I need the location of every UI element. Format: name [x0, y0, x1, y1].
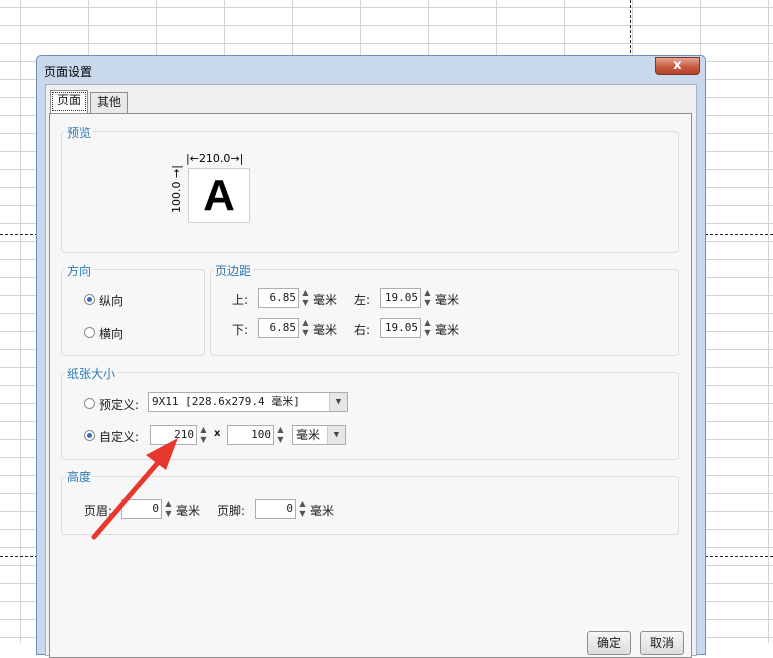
tab-page[interactable]: 页面 — [50, 90, 88, 113]
annotation-arrow-icon — [91, 438, 178, 540]
tab-page-label: 页面 — [56, 93, 81, 107]
